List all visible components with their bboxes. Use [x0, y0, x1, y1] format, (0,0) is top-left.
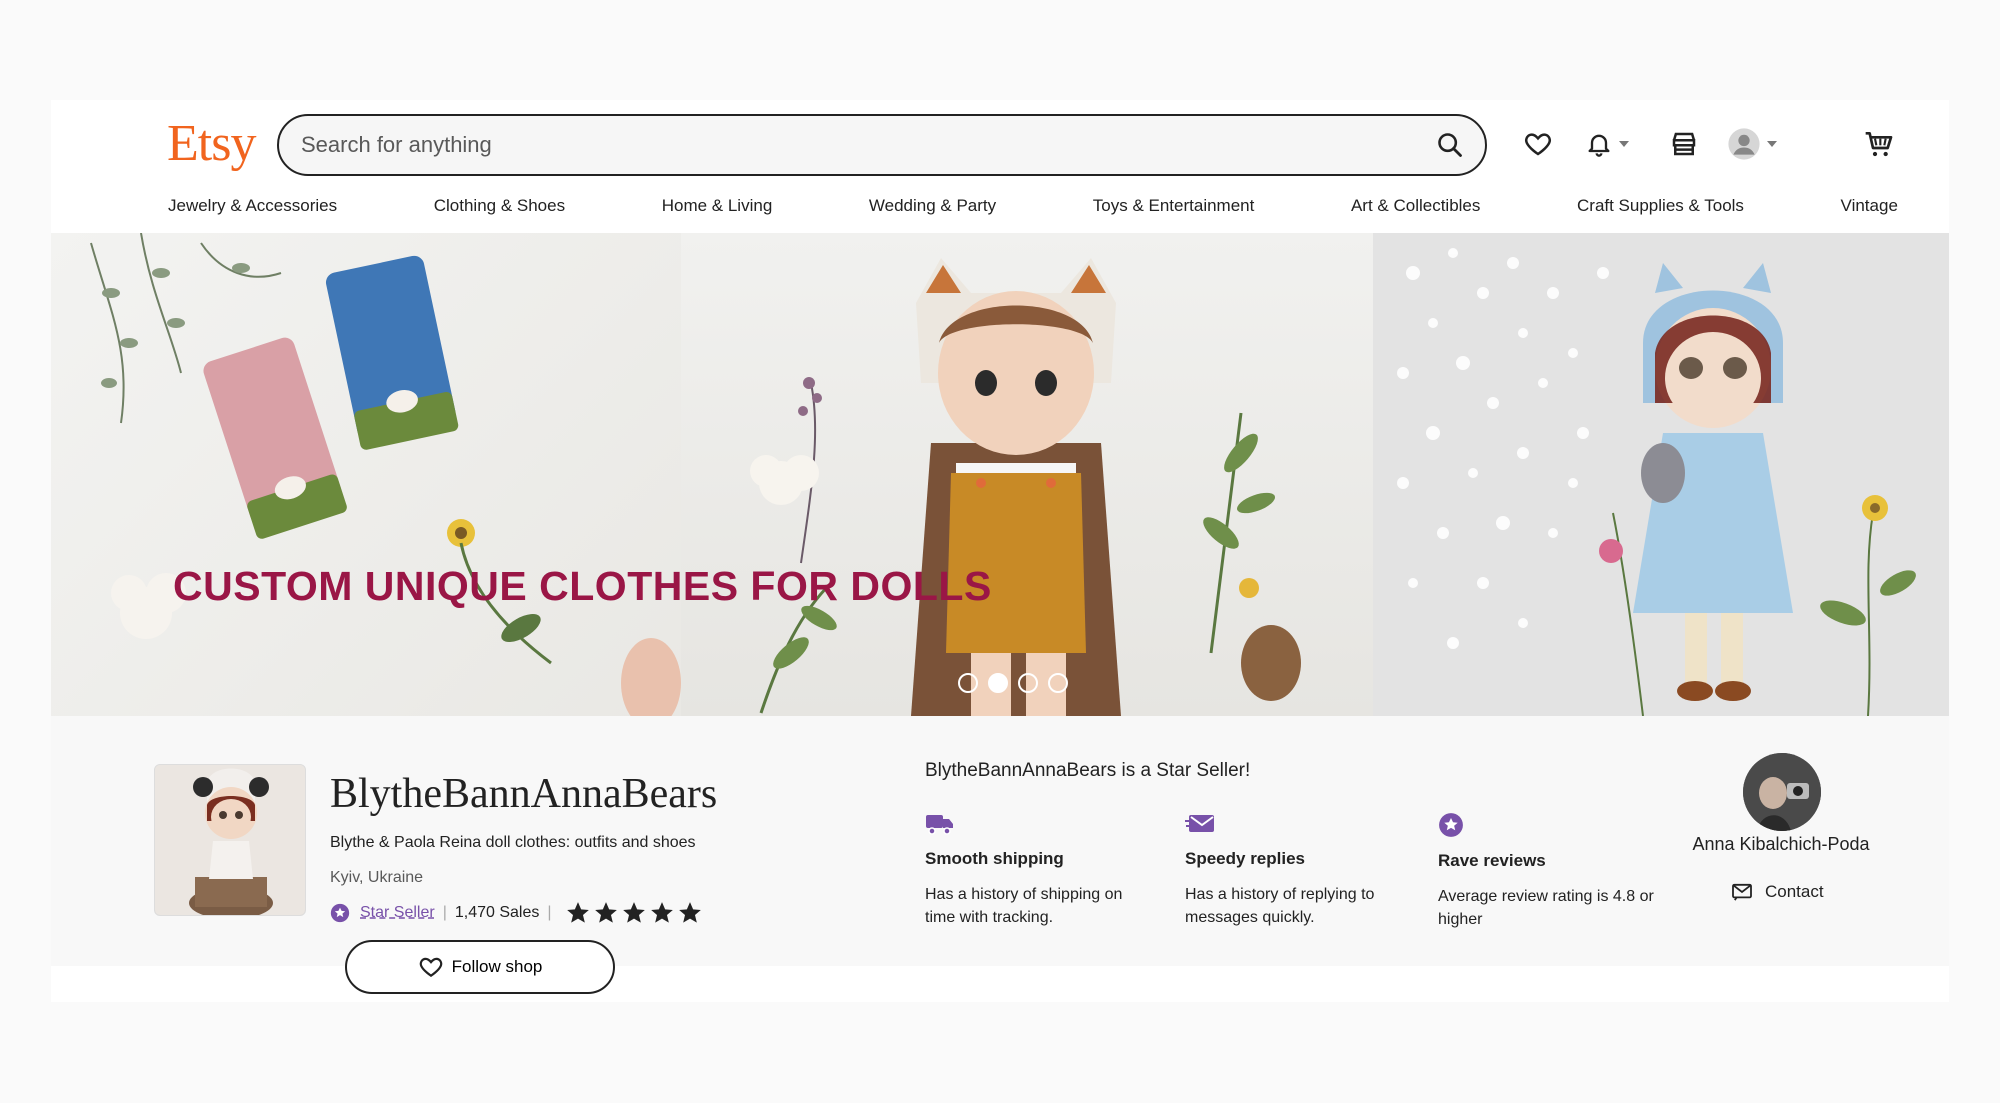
truck-icon: [926, 815, 953, 835]
account-button[interactable]: [1727, 124, 1777, 164]
follow-shop-label: Follow shop: [451, 957, 543, 976]
message-icon: [1185, 815, 1214, 832]
site-header: Etsy Jewelry & Accessories Clothing & Sh…: [51, 100, 1949, 233]
category-link-vintage[interactable]: Vintage: [1841, 196, 1898, 216]
heart-icon: [1525, 133, 1551, 156]
category-link-toys[interactable]: Toys & Entertainment: [1093, 196, 1255, 216]
cart-icon: [1865, 132, 1893, 157]
shop-info-section: BlytheBannAnnaBears Blythe & Paola Reina…: [51, 716, 1949, 994]
chevron-down-icon: [1767, 141, 1777, 147]
owner-avatar[interactable]: [1743, 753, 1821, 831]
banner-image-sweaters: [51, 233, 681, 716]
feature-title: Rave reviews: [1438, 851, 1546, 870]
category-link-clothing[interactable]: Clothing & Shoes: [434, 196, 565, 216]
carousel-dot-4[interactable]: [1048, 673, 1068, 693]
feature-description: Average review rating is 4.8 or higher: [1438, 888, 1654, 928]
feature-smooth-shipping: Smooth shipping Has a history of shippin…: [925, 812, 1155, 929]
category-link-art[interactable]: Art & Collectibles: [1351, 196, 1480, 216]
category-link-jewelry[interactable]: Jewelry & Accessories: [168, 196, 337, 216]
sales-count: 1,470 Sales: [454, 904, 540, 921]
etsy-logo[interactable]: Etsy: [167, 114, 256, 173]
divider: |: [442, 904, 447, 921]
banner-image-fox-doll: [681, 233, 1373, 716]
shop-meta: Star Seller | 1,470 Sales |: [330, 900, 704, 926]
search-button[interactable]: [1429, 124, 1471, 166]
avatar-icon: [1728, 128, 1760, 160]
owner-name: Anna Kibalchich-Poda: [1692, 834, 1870, 854]
star-seller-title: BlytheBannAnnaBears is a Star Seller!: [925, 760, 1251, 781]
mail-icon: [1732, 883, 1752, 901]
notifications-button[interactable]: [1585, 124, 1629, 164]
carousel-dot-3[interactable]: [1018, 673, 1038, 693]
carousel-dots: [958, 673, 1068, 693]
feature-rave-reviews: Rave reviews Average review rating is 4.…: [1438, 812, 1668, 931]
banner-image-blythe-doll: [1373, 233, 1949, 716]
carousel-dot-1[interactable]: [958, 673, 978, 693]
category-link-craft[interactable]: Craft Supplies & Tools: [1577, 196, 1744, 216]
star-icon: [678, 902, 701, 923]
shop-tagline: Blythe & Paola Reina doll clothes: outfi…: [330, 834, 696, 851]
star-seller-link[interactable]: Star Seller: [360, 904, 435, 922]
shop-banner: CUSTOM UNIQUE CLOTHES FOR DOLLS: [51, 233, 1949, 716]
cart-button[interactable]: [1863, 124, 1895, 164]
store-icon: [1672, 132, 1696, 156]
feature-title: Smooth shipping: [925, 849, 1064, 868]
shop-avatar[interactable]: [154, 764, 306, 916]
chevron-down-icon: [1619, 141, 1629, 147]
follow-shop-button[interactable]: Follow shop: [345, 940, 615, 994]
category-nav: Jewelry & Accessories Clothing & Shoes H…: [168, 196, 1898, 216]
search-bar: [277, 114, 1487, 176]
divider: |: [547, 904, 552, 921]
star-seller-badge-icon: [330, 903, 350, 923]
feature-speedy-replies: Speedy replies Has a history of replying…: [1185, 812, 1415, 929]
star-icon: [650, 902, 673, 923]
favorites-button[interactable]: [1523, 124, 1553, 164]
feature-title: Speedy replies: [1185, 849, 1306, 868]
shop-location: Kyiv, Ukraine: [330, 869, 424, 886]
heart-icon: [419, 957, 442, 977]
star-badge-icon: [1439, 813, 1463, 837]
shop-page: Etsy Jewelry & Accessories Clothing & Sh…: [51, 100, 1949, 1002]
bell-icon: [1588, 134, 1610, 157]
star-icon: [566, 902, 589, 923]
shop-name: BlytheBannAnnaBears: [330, 771, 718, 817]
contact-label: Contact: [1765, 882, 1824, 901]
carousel-dot-2[interactable]: [988, 673, 1008, 693]
category-link-home[interactable]: Home & Living: [662, 196, 773, 216]
category-link-wedding[interactable]: Wedding & Party: [869, 196, 996, 216]
star-icon: [622, 902, 645, 923]
rating-stars[interactable]: [564, 900, 704, 926]
search-icon: [1438, 133, 1462, 157]
feature-description: Has a history of replying to messages qu…: [1185, 886, 1375, 926]
banner-caption: CUSTOM UNIQUE CLOTHES FOR DOLLS: [173, 563, 992, 609]
shop-manager-button[interactable]: [1669, 124, 1699, 164]
feature-description: Has a history of shipping on time with t…: [925, 886, 1123, 926]
contact-button[interactable]: Contact: [1731, 882, 1824, 902]
star-icon: [594, 902, 617, 923]
search-input[interactable]: [301, 116, 1401, 174]
